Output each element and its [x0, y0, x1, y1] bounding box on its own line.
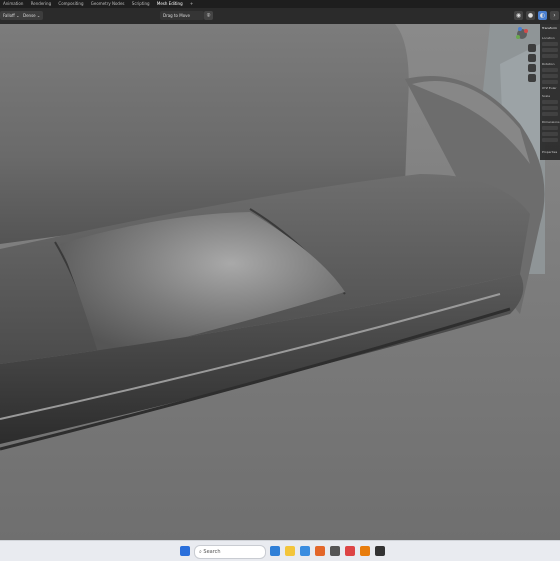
viewport-header: Falloff ⌄ Dense ⌄ Drag to Move ⌾ ◉ ● ◐ ›	[0, 8, 560, 24]
teams-icon[interactable]	[270, 546, 280, 556]
brush-dropdown[interactable]: Dense ⌄	[20, 11, 44, 20]
camera-icon[interactable]	[528, 64, 536, 72]
sidebar-panel: Transform Location Rotation XYZ Euler Sc…	[540, 24, 560, 160]
rotation-z-field[interactable]	[542, 80, 558, 84]
dimensions-x-field[interactable]	[542, 126, 558, 130]
gizmo-z-axis[interactable]	[518, 27, 522, 31]
shading-icon[interactable]: ●	[526, 11, 535, 20]
blender-icon[interactable]	[360, 546, 370, 556]
scale-label: Scale	[542, 94, 551, 98]
edge-icon[interactable]	[300, 546, 310, 556]
search-icon: ⌕	[199, 549, 202, 555]
pan-icon[interactable]	[528, 54, 536, 62]
navigation-gizmo[interactable]	[508, 24, 540, 84]
chrome-icon[interactable]	[345, 546, 355, 556]
zoom-icon[interactable]	[528, 44, 536, 52]
scale-z-field[interactable]	[542, 112, 558, 116]
solid-shading-icon[interactable]: ◐	[538, 11, 547, 20]
dimensions-label: Dimensions	[542, 120, 560, 124]
snap-icon[interactable]: ⌾	[204, 11, 213, 20]
properties-header[interactable]: Properties	[542, 150, 557, 154]
overlay-icon[interactable]: ◉	[514, 11, 523, 20]
tab-scripting[interactable]: Scripting	[129, 0, 153, 8]
scale-y-field[interactable]	[542, 106, 558, 110]
rotation-y-field[interactable]	[542, 74, 558, 78]
drag-mode-dropdown[interactable]: Drag to Move	[160, 11, 204, 20]
panel-title: Transform	[542, 26, 557, 30]
tab-geometry-nodes[interactable]: Geometry Nodes	[88, 0, 128, 8]
terminal-icon[interactable]	[375, 546, 385, 556]
location-z-field[interactable]	[542, 54, 558, 58]
workspace-tabs: Animation Rendering Compositing Geometry…	[0, 0, 560, 8]
taskbar: ⌕ Search	[0, 540, 560, 561]
tab-mesh-editing[interactable]: Mesh Editing	[154, 0, 186, 8]
dimensions-y-field[interactable]	[542, 132, 558, 136]
scale-x-field[interactable]	[542, 100, 558, 104]
tab-rendering[interactable]: Rendering	[28, 0, 54, 8]
3d-viewport[interactable]	[0, 24, 560, 540]
brush-label: Dense	[23, 13, 36, 18]
gizmo-y-axis[interactable]	[516, 35, 520, 39]
grid-icon[interactable]	[528, 74, 536, 82]
location-label: Location	[542, 36, 555, 40]
tab-animation[interactable]: Animation	[0, 0, 26, 8]
rotation-mode[interactable]: XYZ Euler	[542, 86, 557, 90]
sidebar-toggle-icon[interactable]: ›	[550, 11, 559, 20]
gizmo-x-axis[interactable]	[524, 29, 528, 33]
search-placeholder: Search	[203, 549, 221, 555]
tab-compositing[interactable]: Compositing	[55, 0, 86, 8]
start-icon[interactable]	[180, 546, 190, 556]
location-x-field[interactable]	[542, 42, 558, 46]
dimensions-z-field[interactable]	[542, 138, 558, 142]
rotation-label: Rotation	[542, 62, 555, 66]
viewport-scene	[0, 24, 560, 540]
firefox-icon[interactable]	[315, 546, 325, 556]
rotation-x-field[interactable]	[542, 68, 558, 72]
location-y-field[interactable]	[542, 48, 558, 52]
drag-mode-label: Drag to Move	[163, 13, 190, 18]
taskbar-search[interactable]: ⌕ Search	[194, 545, 266, 559]
add-workspace-button[interactable]: +	[187, 0, 196, 8]
file-explorer-icon[interactable]	[285, 546, 295, 556]
app-icon[interactable]	[330, 546, 340, 556]
falloff-label: Falloff	[3, 13, 15, 18]
